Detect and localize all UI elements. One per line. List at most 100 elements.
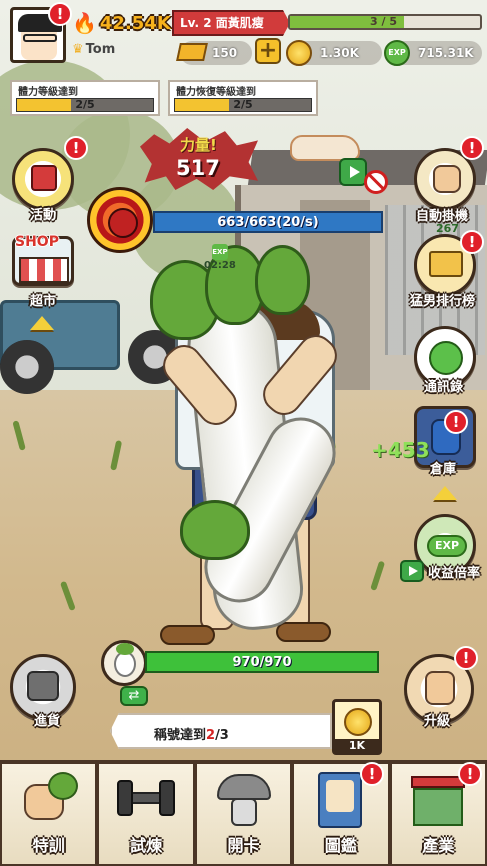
nav-tab-open-card[interactable]: 開卡: [194, 760, 293, 866]
alert-icon: !: [460, 230, 484, 254]
vegetable-hp-bar: 970/970: [145, 651, 379, 673]
boss-face: [108, 208, 138, 238]
play-icon: [409, 566, 418, 576]
income-rate-label: 收益倍率: [428, 566, 481, 581]
quest-title: 體力恢復等級達到: [176, 87, 256, 98]
quest-stamina-level[interactable]: 體力等級達到 2/5: [10, 80, 160, 116]
vegetable-hp-text: 970/970: [232, 655, 292, 670]
video-ad-button[interactable]: [339, 158, 367, 186]
boss-fire-icon[interactable]: [87, 187, 153, 253]
mushroom-cap: [216, 774, 271, 800]
shopping-cart-icon: [27, 671, 59, 701]
title-task-banner[interactable]: 稱號達到2/3: [110, 713, 332, 749]
swap-vegetable-button[interactable]: ⇄: [120, 686, 148, 706]
flame-icon: 🔥: [72, 11, 97, 35]
nav-label: 特訓: [32, 836, 65, 855]
quest-stamina-recovery[interactable]: 體力恢復等級達到 2/5: [168, 80, 318, 116]
nav-label: 產業: [422, 836, 455, 855]
nav-tab-trial[interactable]: 試煉: [97, 760, 195, 866]
dumbbell-icon: [113, 770, 179, 830]
crown-icon: ♛: [72, 42, 84, 57]
exp-timer: EXP 02:28: [204, 244, 236, 271]
power-value: 42.54K: [99, 12, 171, 34]
building-wall: [413, 788, 464, 826]
title-task-prefix: 稱號達到: [154, 728, 207, 743]
radish-leaf-icon: [116, 643, 134, 655]
power-burst-value: 517: [176, 156, 220, 180]
alert-icon: !: [458, 762, 482, 786]
alert-icon: !: [460, 136, 484, 160]
exp-timer-icon: EXP: [211, 244, 228, 260]
dumbbell-weight: [117, 780, 134, 816]
shop-awning-icon: [19, 257, 69, 283]
boss-hp-bar: 663/663(20/s): [153, 211, 383, 233]
coin-counter[interactable]: 1.30K: [286, 40, 382, 66]
gift-icon: [31, 165, 57, 191]
upgrade-arrow-icon: [433, 486, 457, 500]
title-task-total: /3: [215, 728, 229, 743]
power-display: 🔥 42.54K: [72, 10, 171, 36]
fist-icon: [433, 165, 461, 193]
alert-icon: !: [360, 762, 384, 786]
event-label: 活動: [30, 208, 57, 223]
smiley-phone-icon: [429, 341, 463, 375]
reward-card[interactable]: 1K: [332, 699, 382, 755]
vegetable-badge[interactable]: [101, 640, 147, 686]
exp-boost-icon: EXP: [427, 535, 467, 557]
float-gain: +453: [371, 438, 430, 462]
ranking-label: 猛男排行榜: [410, 294, 476, 309]
sandal: [160, 625, 215, 645]
auto-idle-count: 267: [436, 222, 459, 235]
username: ♛ Tom: [72, 42, 115, 57]
username-text: Tom: [85, 42, 116, 57]
quest-title: 體力等級達到: [18, 87, 78, 98]
contacts-label: 通訊錄: [424, 380, 464, 395]
tricycle: [0, 280, 182, 394]
gold-bar-icon: [176, 43, 208, 61]
radish-leaf: [255, 245, 310, 315]
radish-leaf: [180, 500, 250, 560]
bottom-nav: 特訓 試煉 開卡 圖鑑 產業: [0, 760, 487, 866]
upgrade-label: 升級: [424, 714, 451, 729]
level-ribbon[interactable]: Lv. 2 面黃肌瘦: [172, 10, 290, 36]
alert-icon: !: [444, 410, 468, 434]
dumbbell-weight: [159, 780, 176, 816]
exp-counter[interactable]: EXP 715.31K: [384, 40, 482, 66]
add-gold-button[interactable]: +: [255, 38, 281, 64]
building-roof: [411, 776, 466, 788]
upgrade-arrow-icon: [30, 316, 54, 330]
level-progress-bar: 3 / 5: [288, 14, 482, 30]
shop-sign: SHOP: [15, 234, 59, 250]
quest-progress-text: 2/5: [233, 98, 253, 111]
nav-tab-training[interactable]: 特訓: [0, 760, 98, 866]
title-task-text: 稱號達到2/3: [154, 724, 229, 743]
mushroom-stem: [230, 798, 257, 826]
event-button[interactable]: [12, 148, 74, 210]
warehouse-label: 倉庫: [430, 462, 457, 477]
alert-icon: !: [48, 2, 72, 26]
coin-icon: [286, 40, 312, 66]
nav-label: 試煉: [130, 836, 163, 855]
quest-progress-bar: 2/5: [16, 98, 154, 112]
avatar-glasses: [23, 34, 57, 42]
market-label: 超市: [30, 294, 57, 309]
video-ad-button[interactable]: [400, 560, 424, 582]
boss-hp-text: 663/663(20/s): [217, 215, 319, 230]
gold-bar-counter[interactable]: 150: [176, 41, 252, 65]
leaf-shape: [47, 772, 78, 800]
quest-progress-bar: 2/5: [174, 98, 312, 112]
book-face: [325, 780, 354, 812]
exp-icon: EXP: [384, 40, 410, 66]
reward-amount: 1K: [335, 739, 379, 752]
alert-icon: !: [64, 136, 88, 160]
quest-progress-text: 2/5: [75, 98, 95, 111]
nav-label: 圖鑑: [324, 836, 357, 855]
advance-goods-label: 進貨: [34, 714, 61, 729]
power-burst-title: 力量!: [180, 136, 217, 154]
title-task-current: 2: [206, 728, 216, 743]
nav-label: 開卡: [227, 836, 260, 855]
fist-icon: [425, 671, 455, 705]
tricycle-wheel: [0, 340, 54, 394]
sandal: [276, 622, 331, 642]
coin-icon: [344, 708, 372, 736]
